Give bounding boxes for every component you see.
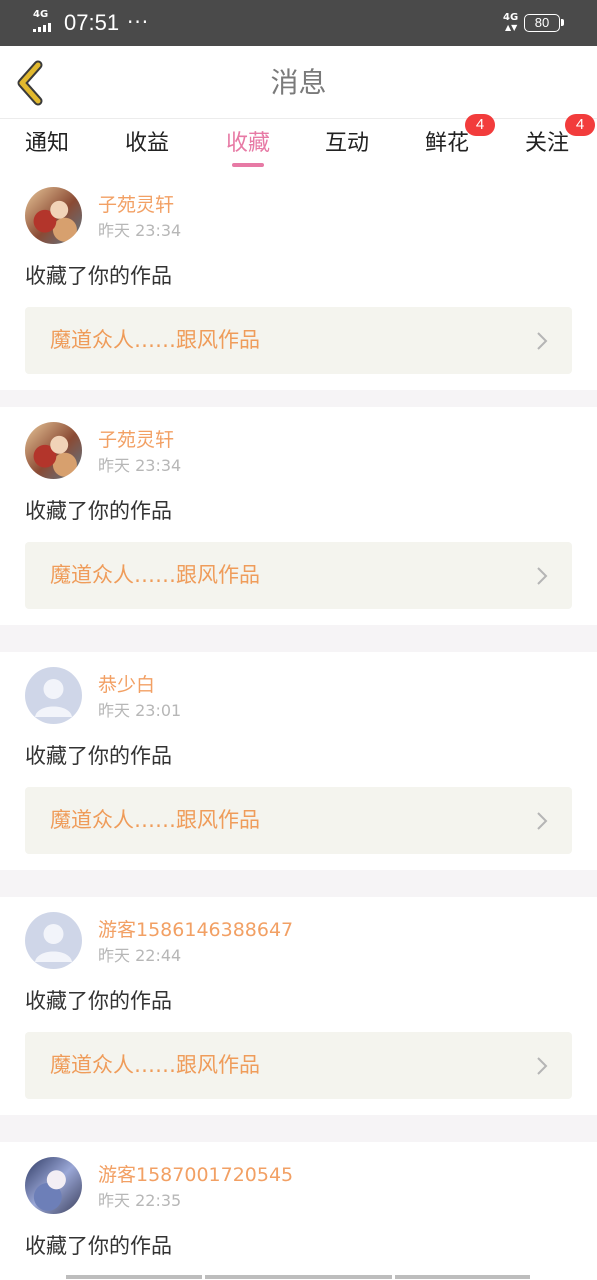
default-user-icon [35, 679, 72, 717]
mobile-data-type: 4G [503, 12, 519, 23]
avatar[interactable] [25, 1157, 82, 1214]
back-button[interactable] [14, 60, 48, 106]
tab-label: 通知 [25, 131, 70, 156]
active-tab-indicator [232, 163, 264, 167]
scroll-indicator [0, 1274, 597, 1280]
chevron-right-icon [537, 332, 548, 350]
tab-label: 鲜花 [425, 131, 470, 156]
tab-earnings[interactable]: 收益 [125, 119, 169, 172]
chevron-right-icon [537, 567, 548, 585]
data-activity-icon: ▲▼ [505, 23, 518, 32]
status-bar: 4G 07:51 ··· 4G ▲▼ 80 [0, 0, 597, 46]
notification-card: 子苑灵轩 昨天 23:34 收藏了你的作品 魔道众人……跟风作品 [0, 407, 597, 625]
timestamp: 昨天 22:44 [98, 946, 182, 965]
notification-card: 子苑灵轩 昨天 23:34 收藏了你的作品 魔道众人……跟风作品 [0, 172, 597, 390]
timestamp: 昨天 23:01 [98, 701, 182, 720]
work-link[interactable]: 魔道众人……跟风作品 [25, 542, 572, 609]
work-link[interactable]: 魔道众人……跟风作品 [25, 307, 572, 374]
tab-interactions[interactable]: 互动 [325, 119, 369, 172]
work-link[interactable]: 魔道众人……跟风作品 [25, 787, 572, 854]
notification-text: 收藏了你的作品 [25, 989, 172, 1013]
work-title: 魔道众人……跟风作品 [50, 808, 260, 832]
username[interactable]: 游客1587001720545 [98, 1162, 293, 1188]
tab-flowers[interactable]: 鲜花 4 [425, 114, 495, 172]
timestamp: 昨天 22:35 [98, 1191, 182, 1210]
tab-notify[interactable]: 通知 [25, 119, 69, 172]
username[interactable]: 恭少白 [98, 672, 155, 698]
username[interactable]: 子苑灵轩 [98, 427, 174, 453]
avatar[interactable] [25, 422, 82, 479]
notification-text: 收藏了你的作品 [25, 499, 172, 523]
scroll-segment [66, 1275, 202, 1279]
timestamp: 昨天 23:34 [98, 221, 182, 240]
page-title: 消息 [270, 66, 327, 99]
chevron-right-icon [537, 812, 548, 830]
username[interactable]: 子苑灵轩 [98, 192, 174, 218]
work-link[interactable]: 魔道众人……跟风作品 [25, 1032, 572, 1099]
notification-card: 游客1586146388647 昨天 22:44 收藏了你的作品 魔道众人……跟… [0, 897, 597, 1115]
timestamp: 昨天 23:34 [98, 456, 182, 475]
tab-favorites[interactable]: 收藏 [226, 119, 270, 172]
username[interactable]: 游客1586146388647 [98, 917, 293, 943]
network-type: 4G [33, 9, 49, 20]
tab-label: 关注 [525, 131, 570, 156]
scroll-segment [395, 1275, 530, 1279]
avatar[interactable] [25, 912, 82, 969]
tab-label: 收藏 [226, 131, 271, 156]
avatar[interactable] [25, 667, 82, 724]
notification-card: 游客1587001720545 昨天 22:35 收藏了你的作品 [0, 1142, 597, 1280]
default-user-icon [35, 924, 72, 962]
signal-icon [33, 23, 51, 32]
tab-label: 互动 [325, 131, 370, 156]
tab-bar: 通知 收益 收藏 互动 鲜花 4 关注 4 [0, 114, 597, 172]
notification-text: 收藏了你的作品 [25, 1234, 172, 1258]
work-title: 魔道众人……跟风作品 [50, 1053, 260, 1077]
chevron-right-icon [537, 1057, 548, 1075]
unread-badge: 4 [465, 114, 495, 136]
work-title: 魔道众人……跟风作品 [50, 328, 260, 352]
scroll-segment [205, 1275, 392, 1279]
work-title: 魔道众人……跟风作品 [50, 563, 260, 587]
clock: 07:51 [64, 10, 120, 35]
notification-text: 收藏了你的作品 [25, 744, 172, 768]
notification-card: 恭少白 昨天 23:01 收藏了你的作品 魔道众人……跟风作品 [0, 652, 597, 870]
battery-icon: 80 [524, 14, 564, 32]
notification-text: 收藏了你的作品 [25, 264, 172, 288]
top-bar: 消息 [0, 46, 597, 119]
avatar[interactable] [25, 187, 82, 244]
unread-badge: 4 [565, 114, 595, 136]
tab-follows[interactable]: 关注 4 [525, 114, 595, 172]
more-notifications-icon: ··· [127, 10, 150, 34]
chevron-left-icon [17, 60, 43, 106]
tab-label: 收益 [125, 131, 170, 156]
